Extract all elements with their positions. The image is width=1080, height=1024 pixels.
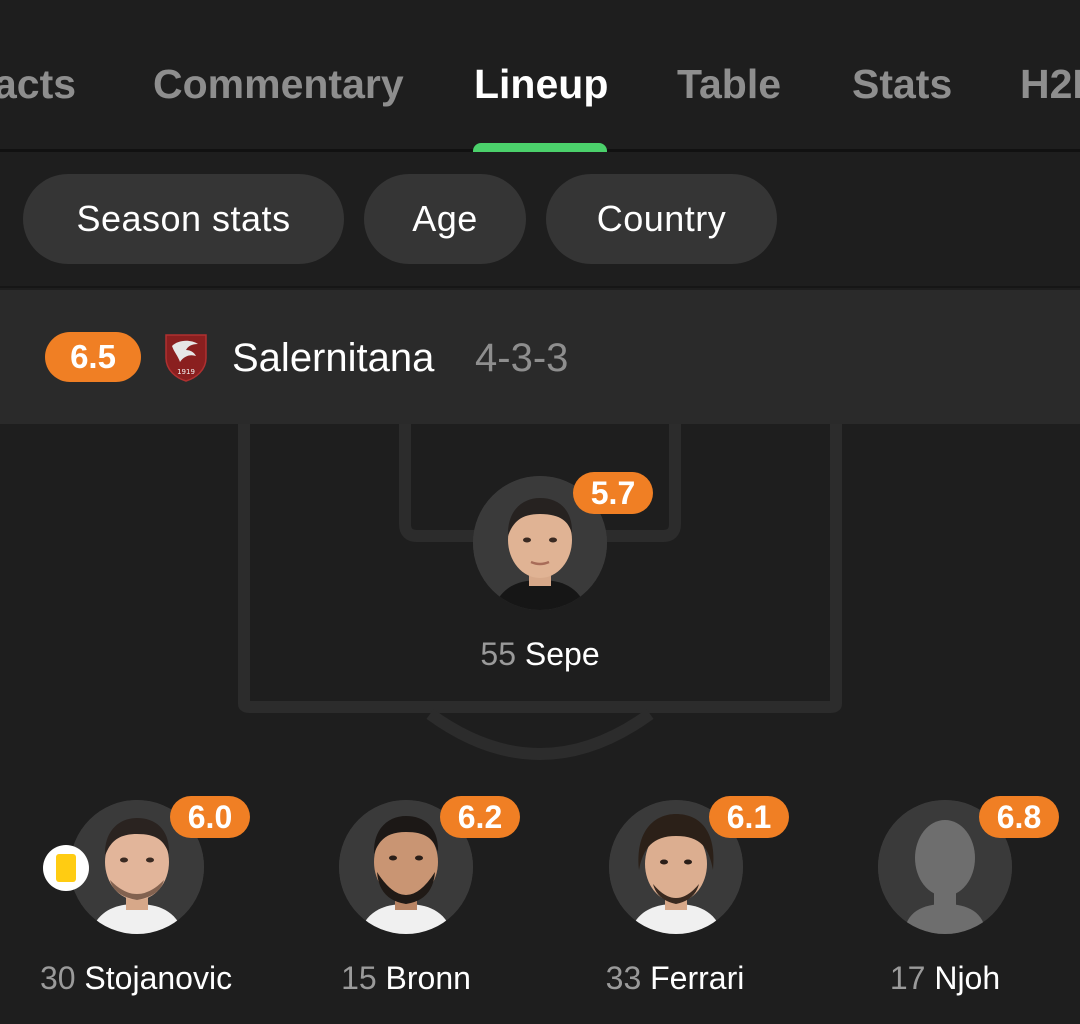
player-label: 15 Bronn: [256, 958, 556, 998]
player-number: 15: [341, 960, 377, 996]
active-tab-indicator: [473, 143, 607, 152]
player-rating-badge: 6.1: [709, 796, 789, 838]
yellow-card-icon: [43, 845, 89, 891]
chip-age[interactable]: Age: [364, 174, 526, 264]
team-name: Salernitana: [232, 336, 435, 380]
svg-text:1919: 1919: [177, 368, 195, 376]
player-name: Bronn: [385, 960, 471, 996]
player-number: 55: [480, 636, 516, 672]
player-name: Ferrari: [650, 960, 745, 996]
player-label: 33 Ferrari: [525, 958, 825, 998]
player-rating-badge: 6.2: [440, 796, 520, 838]
chip-season-stats[interactable]: Season stats: [23, 174, 344, 264]
salernitana-crest-icon: 1919: [165, 334, 207, 382]
player-number: 17: [889, 960, 926, 996]
tab-facts[interactable]: acts: [0, 58, 76, 110]
player-rating-badge: 6.8: [979, 796, 1059, 838]
lineup-screen: acts Commentary Lineup Table Stats H2H S…: [0, 0, 1080, 1024]
player-name: Njoh: [934, 960, 1001, 996]
pitch: 5.7 55 Sepe 6.0 30 Stojanovic 6.2 15 Bro…: [0, 424, 1080, 1024]
chip-country[interactable]: Country: [546, 174, 777, 264]
player-rating-badge: 6.0: [170, 796, 250, 838]
team-formation: 4-3-3: [475, 336, 569, 380]
player-label: 17 Njoh: [795, 958, 1080, 998]
tab-stats[interactable]: Stats: [852, 58, 952, 110]
team-header[interactable]: 6.5 1919 Salernitana 4-3-3: [0, 290, 1080, 424]
tab-commentary[interactable]: Commentary: [153, 58, 404, 110]
tab-table[interactable]: Table: [677, 58, 781, 110]
filter-chip-row: Season stats Age Country: [0, 152, 1080, 288]
player-number: 30: [39, 960, 76, 996]
player-rating-badge: 5.7: [573, 472, 653, 514]
player-label: 30 Stojanovic: [0, 958, 286, 998]
player-name: Stojanovic: [84, 960, 233, 996]
player-name: Sepe: [524, 636, 600, 672]
team-rating-badge: 6.5: [45, 332, 141, 382]
player-number: 33: [605, 960, 642, 996]
tab-bar: acts Commentary Lineup Table Stats H2H: [0, 0, 1080, 152]
player-label: 55 Sepe: [390, 634, 690, 674]
tab-lineup[interactable]: Lineup: [474, 58, 608, 110]
tab-h2h[interactable]: H2H: [1020, 58, 1080, 110]
